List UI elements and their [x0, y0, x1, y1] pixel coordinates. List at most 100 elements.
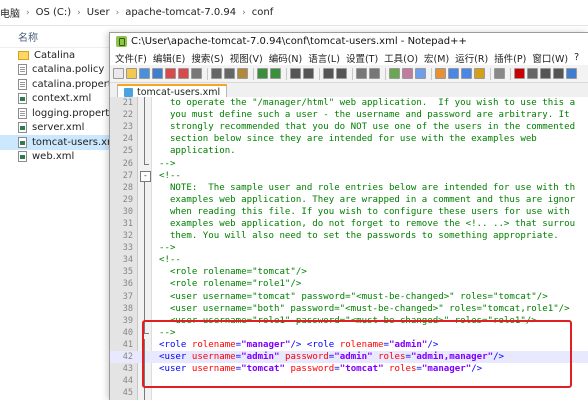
line-number: 35 [122, 267, 133, 278]
fold-marker[interactable] [138, 170, 152, 182]
fold-marker [138, 205, 152, 219]
file-item[interactable]: catalina.properties [0, 77, 110, 92]
save-macro-icon[interactable] [566, 68, 577, 79]
code-token: NOTE: The sample user and role entries b… [159, 182, 576, 193]
file-item[interactable]: server.xml [0, 121, 110, 136]
doc-map-icon[interactable] [448, 68, 459, 79]
file-icon [18, 64, 27, 76]
menu-item[interactable]: 编辑(E) [150, 51, 188, 65]
sync-scroll-v-icon[interactable] [356, 68, 367, 79]
line-code: <role rolename="tomcat"/> [152, 267, 307, 277]
close-icon[interactable] [165, 68, 176, 79]
lang-icon[interactable] [435, 68, 446, 79]
file-name: tomcat-users.xml [32, 136, 110, 148]
line-code: examples web application, do not forget … [152, 219, 575, 229]
line-code: section below since they are intended fo… [152, 134, 537, 144]
menu-bar: 文件(F) 编辑(E) 搜索(S) 视图(V) 编码(N) 语言(L) 设置(T) 工具(O)… [110, 50, 588, 65]
line-code: <!-- [152, 255, 181, 265]
menu-item[interactable]: 运行(R) [452, 51, 491, 65]
breadcrumb-item[interactable]: conf [252, 7, 273, 18]
code-token: examples web application, do not forget … [159, 218, 576, 229]
fold-marker [138, 157, 152, 169]
file-item[interactable]: Catalina [0, 48, 110, 63]
sync-scroll-h-icon[interactable] [369, 68, 380, 79]
code-token: --> [159, 243, 176, 254]
toolbar-separator [319, 67, 320, 80]
line-number: 32 [122, 231, 133, 242]
breadcrumb-item[interactable]: User [87, 7, 110, 18]
breadcrumb-item[interactable]: OS (C:) [36, 7, 72, 18]
window-titlebar[interactable]: C:\User\apache-tomcat-7.0.94\conf\tomcat… [110, 33, 588, 50]
menu-item[interactable]: 编码(N) [266, 51, 306, 65]
menu-item[interactable]: 宏(M) [421, 51, 452, 65]
run-macro-multiple-icon[interactable] [553, 68, 564, 79]
fold-marker [138, 266, 152, 279]
copy-icon[interactable] [224, 68, 235, 79]
folder-workspace-icon[interactable] [474, 68, 485, 79]
monitor-icon[interactable] [494, 68, 505, 79]
file-item[interactable]: web.xml [0, 150, 110, 165]
menu-item[interactable]: 窗口(W) [529, 51, 571, 65]
redo-icon[interactable] [270, 68, 281, 79]
file-item[interactable]: logging.properties [0, 106, 110, 121]
replace-icon[interactable] [303, 68, 314, 79]
open-file-icon[interactable] [126, 68, 137, 79]
file-name: catalina.policy [32, 64, 105, 76]
new-file-icon[interactable] [113, 68, 124, 79]
menu-item[interactable]: 文件(F) [112, 51, 150, 65]
save-icon[interactable] [139, 68, 150, 79]
file-item[interactable]: context.xml [0, 92, 110, 107]
print-icon[interactable] [191, 68, 202, 79]
fold-marker [138, 290, 152, 303]
notepad-app-icon [116, 36, 127, 47]
code-line: 38 <user username="both" password="<must… [110, 302, 588, 315]
breadcrumb-item[interactable]: apache-tomcat-7.0.94 [125, 7, 236, 18]
stop-record-icon[interactable] [527, 68, 538, 79]
tab-tomcat-users[interactable]: tomcat-users.xml [117, 84, 228, 98]
word-wrap-icon[interactable] [389, 68, 400, 79]
toolbar-separator [207, 67, 208, 80]
all-chars-icon[interactable] [402, 68, 413, 79]
folder-icon [18, 50, 29, 60]
menu-item[interactable]: 搜索(S) [188, 51, 226, 65]
menu-item[interactable]: 工具(O) [381, 51, 421, 65]
menu-item[interactable]: 插件(P) [491, 51, 529, 65]
menu-item[interactable]: ? [571, 52, 582, 63]
window-title: C:\User\apache-tomcat-7.0.94\conf\tomcat… [131, 36, 467, 47]
paste-icon[interactable] [237, 68, 248, 79]
code-line: 29 examples web application. They are wr… [110, 193, 588, 206]
code-line: 21 to operate the "/manager/html" web ap… [110, 97, 588, 110]
file-item[interactable]: catalina.policy [0, 63, 110, 78]
find-icon[interactable] [290, 68, 301, 79]
save-all-icon[interactable] [152, 68, 163, 79]
breadcrumb: 电脑 › OS (C:) › User › apache-tomcat-7.0.94 › con… [0, 5, 273, 20]
file-icon [18, 93, 27, 105]
undo-icon[interactable] [257, 68, 268, 79]
explorer-address-bar[interactable]: 电脑 › OS (C:) › User › apache-tomcat-7.0.94 › con… [0, 0, 588, 26]
cut-icon[interactable] [211, 68, 222, 79]
code-line: 45 [110, 387, 588, 400]
menu-item[interactable]: 视图(V) [227, 51, 266, 65]
function-list-icon[interactable] [461, 68, 472, 79]
indent-guide-icon[interactable] [415, 68, 426, 79]
fold-marker [138, 133, 152, 146]
column-header-name[interactable]: 名称 [0, 26, 110, 48]
breadcrumb-separator-icon: › [77, 7, 81, 18]
play-macro-icon[interactable] [540, 68, 551, 79]
zoom-out-icon[interactable] [336, 68, 347, 79]
code-token: <!-- [159, 255, 181, 266]
menu-item[interactable]: 语言(L) [305, 51, 343, 65]
menu-item[interactable]: 设置(T) [343, 51, 381, 65]
line-code: when reading this file. If you wish to c… [152, 207, 570, 217]
fold-marker [138, 278, 152, 291]
fold-marker [138, 254, 152, 267]
file-item[interactable]: tomcat-users.xml [0, 135, 110, 150]
code-line: 35 <role rolename="tomcat"/> [110, 266, 588, 279]
record-macro-icon[interactable] [514, 68, 525, 79]
file-name: server.xml [32, 122, 85, 134]
toolbar-separator [385, 67, 386, 80]
breadcrumb-item[interactable]: 电脑 [0, 5, 20, 20]
file-icon [18, 78, 27, 90]
zoom-in-icon[interactable] [323, 68, 334, 79]
close-all-icon[interactable] [178, 68, 189, 79]
